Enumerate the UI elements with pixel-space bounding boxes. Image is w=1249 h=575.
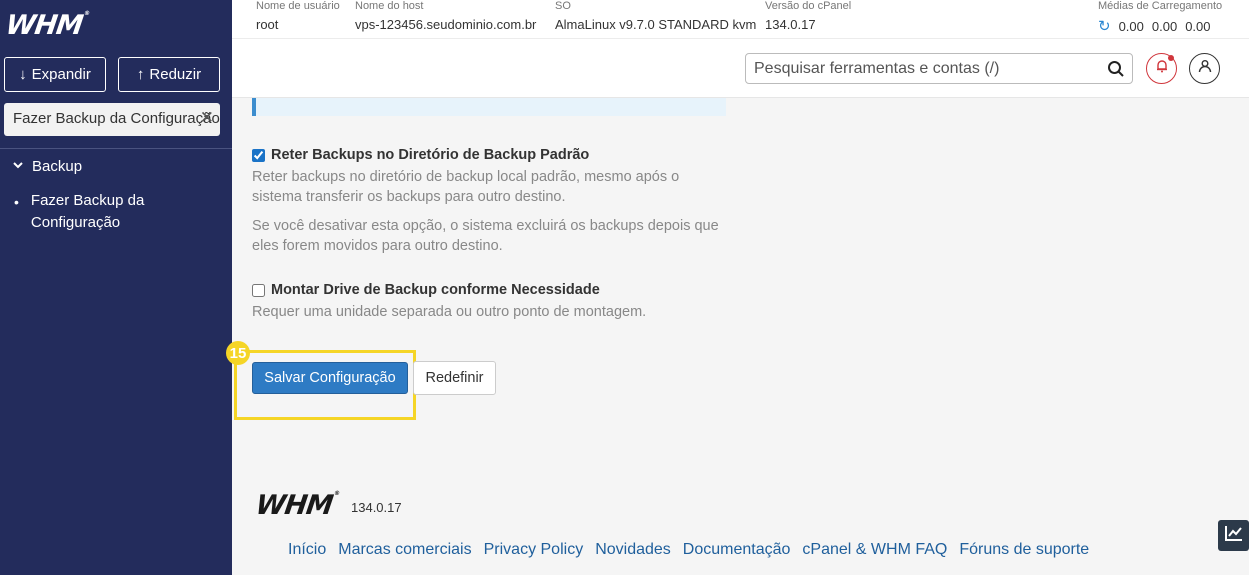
load-5: 0.00 — [1151, 18, 1178, 34]
refresh-icon[interactable]: ↻ — [1098, 17, 1111, 35]
sidebar-item-backup-config[interactable]: • Fazer Backup da Configuração — [14, 190, 144, 234]
load-1: 0.00 — [1118, 18, 1144, 34]
bell-icon — [1155, 59, 1169, 78]
footer-link-docs[interactable]: Documentação — [683, 541, 791, 559]
mount-drive-checkbox[interactable] — [252, 283, 265, 297]
user-icon — [1198, 59, 1212, 78]
chart-icon — [1224, 524, 1244, 547]
footer-link-privacy[interactable]: Privacy Policy — [484, 541, 584, 559]
tool-search[interactable] — [745, 53, 1133, 84]
analytics-button[interactable] — [1218, 520, 1249, 551]
reduce-label: Reduzir — [149, 66, 202, 83]
hostname-info: Nome do host vps-123456.seudominio.com.b… — [355, 0, 537, 32]
footer-links: Início Marcas comerciais Privacy Policy … — [288, 541, 1089, 559]
footer-whm-logo: WHM® — [253, 490, 340, 521]
arrow-up-icon: ↑ — [136, 66, 145, 83]
footer-version: 134.0.17 — [351, 500, 402, 515]
footer-link-news[interactable]: Novidades — [595, 541, 671, 559]
sidebar-group-label: Backup — [32, 158, 83, 175]
sidebar-group-backup[interactable]: Backup — [12, 158, 82, 175]
retain-backups-option: Reter Backups no Diretório de Backup Pad… — [252, 147, 732, 256]
retain-backups-checkbox[interactable] — [252, 148, 265, 162]
retain-backups-note: Se você desativar esta opção, o sistema … — [252, 218, 719, 254]
search-icon[interactable] — [1107, 60, 1125, 78]
save-config-button[interactable]: Salvar Configuração — [252, 362, 408, 394]
footer-link-faq[interactable]: cPanel & WHM FAQ — [802, 541, 947, 559]
retain-backups-desc: Reter backups no diretório de backup loc… — [252, 169, 680, 205]
sidebar-search-value: Fazer Backup da Configuração — [13, 110, 220, 127]
expand-label: Expandir — [31, 66, 91, 83]
bullet-icon: • — [14, 194, 19, 210]
clear-icon[interactable]: ✕ — [200, 108, 214, 128]
retain-backups-label[interactable]: Reter Backups no Diretório de Backup Pad… — [252, 147, 732, 163]
expand-button[interactable]: ↓ Expandir — [4, 57, 106, 92]
reduce-button[interactable]: ↑ Reduzir — [118, 57, 220, 92]
user-menu-button[interactable] — [1189, 53, 1220, 84]
username-info: Nome de usuário root — [256, 0, 340, 32]
info-panel — [252, 98, 726, 116]
mount-drive-label[interactable]: Montar Drive de Backup conforme Necessid… — [252, 282, 732, 298]
sidebar: WHM® ↓ Expandir ↑ Reduzir Fazer Backup d… — [0, 0, 232, 575]
footer-link-trademarks[interactable]: Marcas comerciais — [338, 541, 471, 559]
header-divider — [232, 38, 1249, 39]
mount-drive-option: Montar Drive de Backup conforme Necessid… — [252, 282, 732, 322]
footer-link-home[interactable]: Início — [288, 541, 326, 559]
sidebar-item-label: Fazer Backup da Configuração — [30, 192, 145, 231]
top-header: Nome de usuário root Nome do host vps-12… — [232, 0, 1249, 98]
cpanel-version-info: Versão do cPanel 134.0.17 — [765, 0, 852, 32]
load-averages-info: Médias de Carregamento ↻ 0.00 0.00 0.00 — [1098, 0, 1223, 35]
sidebar-divider — [0, 148, 232, 149]
load-15: 0.00 — [1185, 18, 1211, 34]
step-badge: 15 — [226, 341, 250, 365]
reset-button[interactable]: Redefinir — [413, 361, 496, 395]
notifications-button[interactable] — [1146, 53, 1177, 84]
whm-logo[interactable]: WHM® — [4, 10, 90, 41]
os-info: SO AlmaLinux v9.7.0 STANDARD kvm — [555, 0, 757, 32]
sidebar-search-input[interactable]: Fazer Backup da Configuração ✕ — [4, 103, 220, 136]
footer-link-forums[interactable]: Fóruns de suporte — [959, 541, 1089, 559]
tool-search-input[interactable] — [746, 54, 1086, 83]
chevron-down-icon — [12, 158, 24, 175]
mount-drive-desc: Requer uma unidade separada ou outro pon… — [252, 304, 647, 320]
arrow-down-icon: ↓ — [19, 66, 27, 83]
notification-dot — [1168, 55, 1174, 61]
